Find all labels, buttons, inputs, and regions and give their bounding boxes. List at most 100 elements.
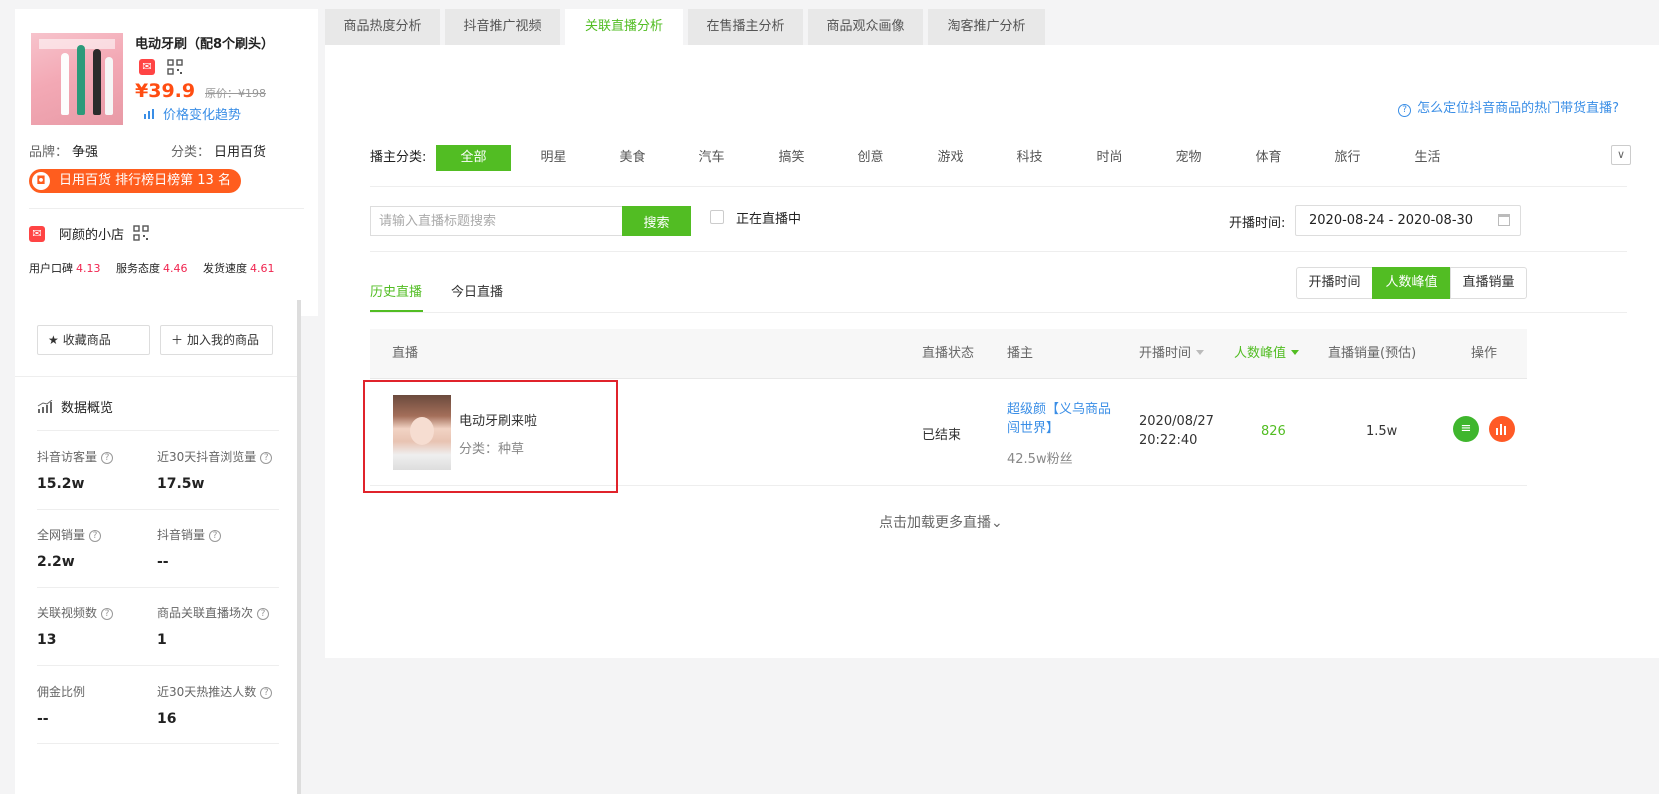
stat-label: 商品关联直播场次?: [157, 604, 270, 621]
shop-bag-icon[interactable]: ✉: [139, 59, 155, 75]
load-more-link[interactable]: 点击加载更多直播⌄: [879, 512, 1003, 532]
live-table-header: 直播 直播状态 播主 开播时间 人数峰值 直播销量(预估) 操作: [370, 329, 1527, 379]
category-car[interactable]: 汽车: [674, 145, 749, 171]
question-icon: ?: [1398, 104, 1412, 117]
tab-related-live[interactable]: 关联直播分析: [565, 9, 683, 46]
shop-qr-code-icon[interactable]: [133, 225, 149, 241]
stat-label: 全网销量?: [37, 526, 102, 543]
live-category: 分类：种草: [459, 442, 525, 457]
product-title[interactable]: 电动牙刷（配8个刷头）: [135, 33, 274, 52]
live-title[interactable]: 电动牙刷来啦: [459, 410, 537, 429]
table-row[interactable]: 电动牙刷来啦 分类：种草 已结束 超级颜【义乌商品闯世界】 42.5w粉丝 20…: [363, 379, 1527, 493]
tab-product-heat[interactable]: 商品热度分析: [325, 9, 440, 45]
shop-scores: 用户口碑 4.13 服务态度 4.46 发货速度 4.61: [29, 260, 287, 276]
category-travel[interactable]: 旅行: [1310, 145, 1385, 171]
category-fashion[interactable]: 时尚: [1072, 145, 1147, 171]
expand-categories-button[interactable]: ∨: [1611, 145, 1631, 165]
stat-label: 抖音销量?: [157, 526, 222, 543]
category-food[interactable]: 美食: [595, 145, 670, 171]
chevron-down-icon: ⌄: [991, 515, 1003, 531]
sort-by-live-sales[interactable]: 直播销量: [1450, 267, 1527, 299]
category-life[interactable]: 生活: [1390, 145, 1465, 171]
stat-value: 16: [157, 711, 177, 727]
stat-label: 近30天热推达人数?: [157, 683, 273, 700]
tab-taoke-promotion[interactable]: 淘客推广分析: [928, 9, 1045, 45]
col-host: 播主: [1007, 346, 1034, 361]
help-icon[interactable]: ?: [257, 608, 270, 620]
tab-selling-hosts[interactable]: 在售播主分析: [688, 9, 803, 45]
bar-chart-icon: [1496, 424, 1506, 435]
category-star[interactable]: 明星: [516, 145, 591, 171]
live-sales: 1.5w: [1366, 424, 1398, 439]
search-button[interactable]: 搜索: [622, 206, 691, 236]
category-creative[interactable]: 创意: [833, 145, 908, 171]
category-info: 分类： 日用百货: [171, 145, 267, 160]
related-live-panel: ? 怎么定位抖音商品的热门带货直播? 播主分类: 全部 明星 美食 汽车 搞笑 创…: [325, 45, 1659, 658]
overview-chart-icon: [37, 400, 53, 413]
score-value: 4.46: [163, 262, 188, 275]
add-my-product-button[interactable]: ＋加入我的商品: [160, 325, 273, 355]
brand-info: 品牌： 争强: [29, 145, 99, 160]
date-range-picker[interactable]: 2020-08-24 - 2020-08-30: [1295, 205, 1521, 236]
live-cover-image[interactable]: [393, 395, 451, 470]
score-label: 发货速度: [203, 262, 247, 275]
sort-arrow-icon: [1196, 350, 1205, 355]
col-live: 直播: [392, 346, 419, 361]
stat-value: 15.2w: [37, 476, 85, 492]
stat-value: 2.2w: [37, 554, 75, 570]
stat-value: 17.5w: [157, 476, 205, 492]
product-image[interactable]: [31, 33, 123, 125]
host-name-link[interactable]: 超级颜【义乌商品闯世界】: [1007, 400, 1119, 438]
stat-label: 关联视频数?: [37, 604, 114, 621]
col-peak-viewers[interactable]: 人数峰值: [1234, 329, 1300, 379]
help-icon[interactable]: ?: [260, 452, 273, 464]
help-icon[interactable]: ?: [101, 608, 114, 620]
help-icon[interactable]: ?: [101, 452, 114, 464]
calendar-icon: [1498, 214, 1510, 226]
subtab-history-live[interactable]: 历史直播: [370, 281, 422, 300]
detail-list-button[interactable]: ≡: [1453, 416, 1479, 442]
help-icon[interactable]: ?: [260, 687, 273, 699]
favorite-button[interactable]: ★ 收藏商品: [37, 325, 150, 355]
stat-label: 佣金比例: [37, 685, 86, 699]
price-trend-link[interactable]: 价格变化趋势: [163, 104, 241, 123]
start-time: 20:22:40: [1139, 433, 1198, 448]
stat-value: --: [157, 554, 169, 570]
category-game[interactable]: 游戏: [913, 145, 988, 171]
live-now-label[interactable]: 正在直播中: [736, 208, 801, 227]
col-start-time[interactable]: 开播时间: [1139, 329, 1205, 379]
analysis-chart-button[interactable]: [1489, 416, 1515, 442]
sort-by-peak-viewers[interactable]: 人数峰值: [1372, 267, 1451, 299]
shop-icon: ✉: [29, 226, 45, 242]
score-label: 用户口碑: [29, 262, 73, 275]
category-sports[interactable]: 体育: [1231, 145, 1306, 171]
category-funny[interactable]: 搞笑: [754, 145, 829, 171]
col-operations: 操作: [1471, 346, 1498, 361]
tab-audience-profile[interactable]: 商品观众画像: [808, 9, 923, 45]
trend-chart-icon: [144, 109, 154, 119]
category-all[interactable]: 全部: [436, 145, 511, 171]
subtab-today-live[interactable]: 今日直播: [451, 281, 503, 300]
sort-by-start-time[interactable]: 开播时间: [1296, 267, 1373, 299]
plus-icon: ＋: [171, 333, 184, 347]
help-icon[interactable]: ?: [89, 530, 102, 542]
original-price: 原价：¥198: [205, 87, 266, 100]
score-value: 4.13: [76, 262, 101, 275]
tab-douyin-videos[interactable]: 抖音推广视频: [445, 9, 560, 45]
stat-value: 13: [37, 632, 57, 648]
help-link[interactable]: ? 怎么定位抖音商品的热门带货直播?: [1398, 97, 1619, 117]
live-now-checkbox[interactable]: [710, 210, 724, 224]
product-price: ¥39.9: [135, 80, 196, 102]
category-tech[interactable]: 科技: [992, 145, 1067, 171]
shop-name[interactable]: 阿颜的小店: [59, 224, 124, 243]
live-status: 已结束: [922, 428, 962, 443]
rank-badge[interactable]: ◘ 日用百货 排行榜日榜第 13 名: [29, 169, 241, 193]
live-title-search-input[interactable]: [370, 206, 622, 236]
category-pet[interactable]: 宠物: [1151, 145, 1226, 171]
sort-arrow-icon: [1291, 350, 1300, 355]
qr-code-icon[interactable]: [167, 59, 183, 75]
help-icon[interactable]: ?: [209, 530, 222, 542]
product-card: 电动牙刷（配8个刷头） ✉ ¥39.9 原价：¥198 价格变化趋势 品牌： 争强…: [15, 9, 318, 316]
chevron-down-icon: ∨: [1616, 148, 1626, 161]
list-icon: ≡: [1460, 421, 1472, 436]
